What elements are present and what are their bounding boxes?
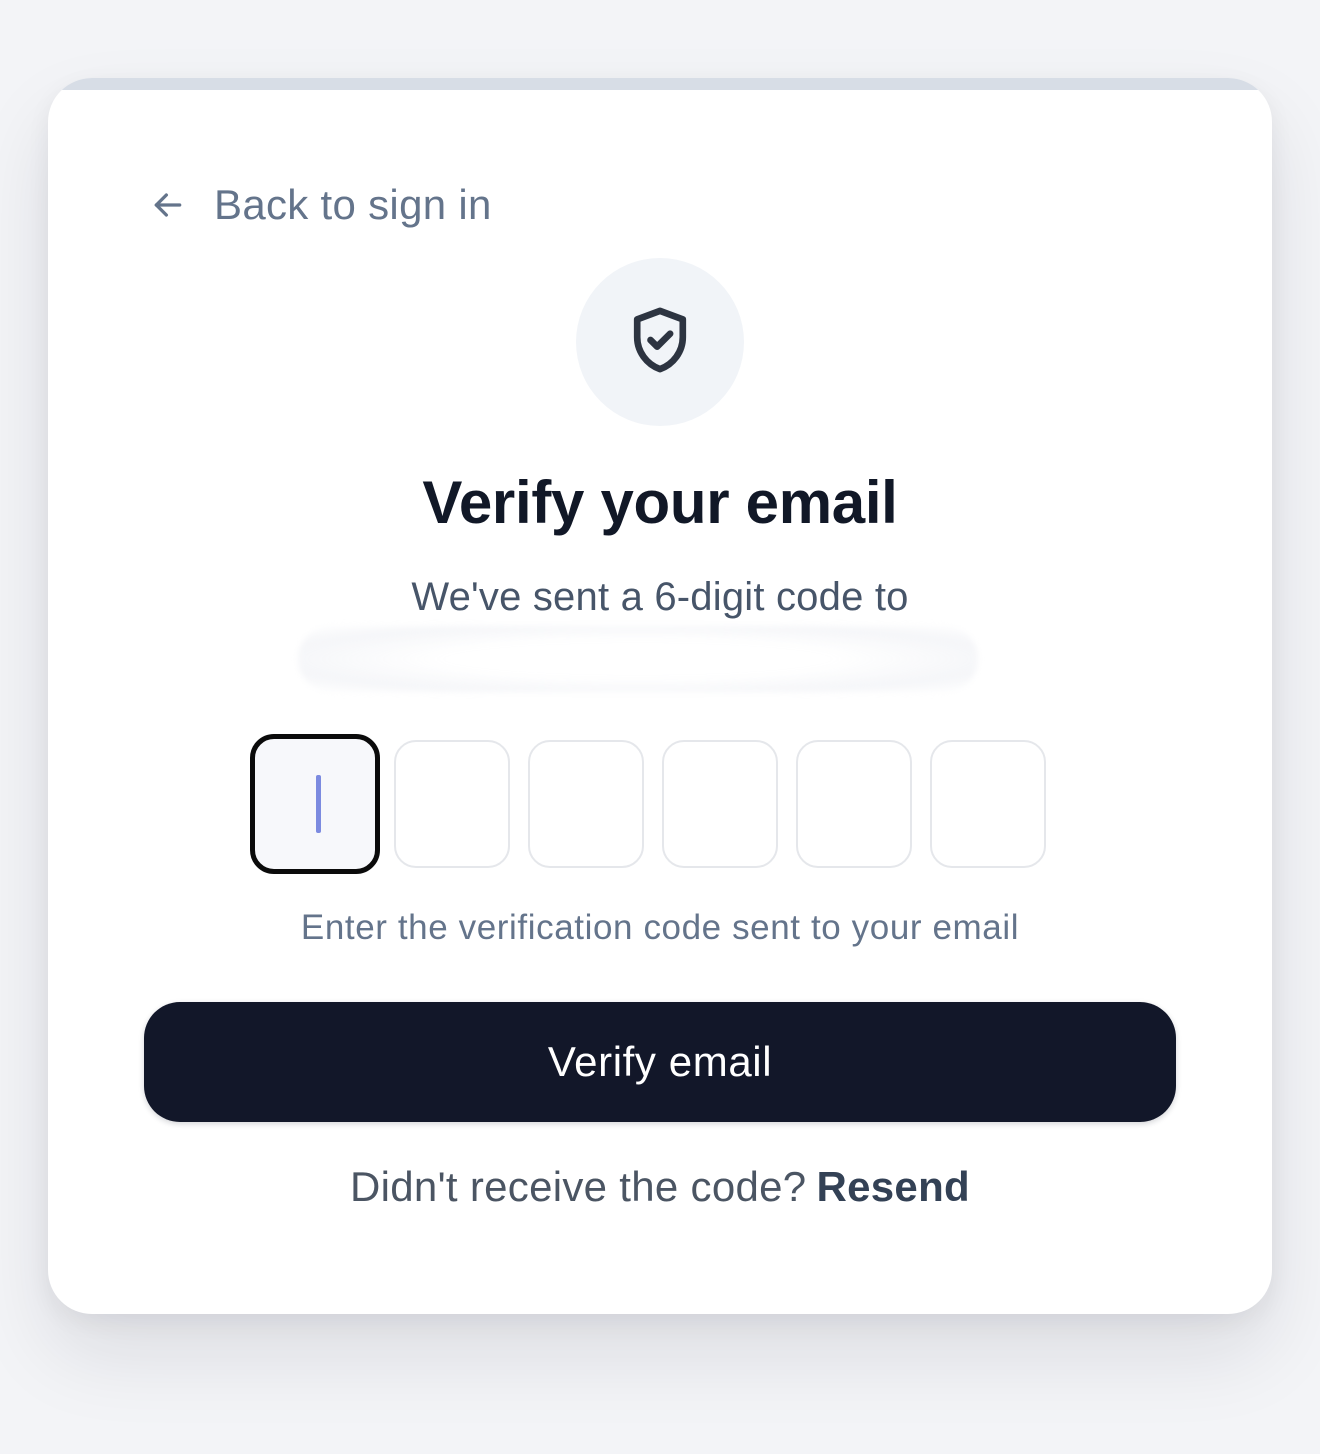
security-badge — [576, 258, 744, 426]
back-to-sign-in-link[interactable]: Back to sign in — [148, 178, 492, 232]
back-to-sign-in-label: Back to sign in — [214, 181, 492, 228]
text-caret — [316, 775, 321, 833]
verify-email-button[interactable]: Verify email — [144, 1002, 1176, 1122]
code-digit-4[interactable] — [662, 740, 778, 868]
verify-email-card: Back to sign in Verify your email We've … — [48, 78, 1272, 1314]
code-sent-text: We've sent a 6-digit code to — [411, 575, 909, 619]
arrow-left-icon — [148, 185, 188, 225]
code-digit-5[interactable] — [796, 740, 912, 868]
shield-check-icon — [622, 302, 698, 383]
code-digit-6[interactable] — [930, 740, 1046, 868]
resend-prompt: Didn't receive the code? Resend — [48, 1163, 1272, 1211]
code-digit-2[interactable] — [394, 740, 510, 868]
resend-link[interactable]: Resend — [816, 1163, 970, 1210]
code-digit-1[interactable] — [250, 734, 380, 874]
helper-text: Enter the verification code sent to your… — [300, 908, 1020, 947]
card-top-border — [48, 78, 1272, 90]
resend-prompt-text: Didn't receive the code? — [349, 1163, 807, 1210]
verification-code-input — [250, 734, 1046, 874]
redacted-email — [298, 626, 978, 692]
code-digit-3[interactable] — [528, 740, 644, 868]
page-title: Verify your email — [422, 469, 898, 536]
